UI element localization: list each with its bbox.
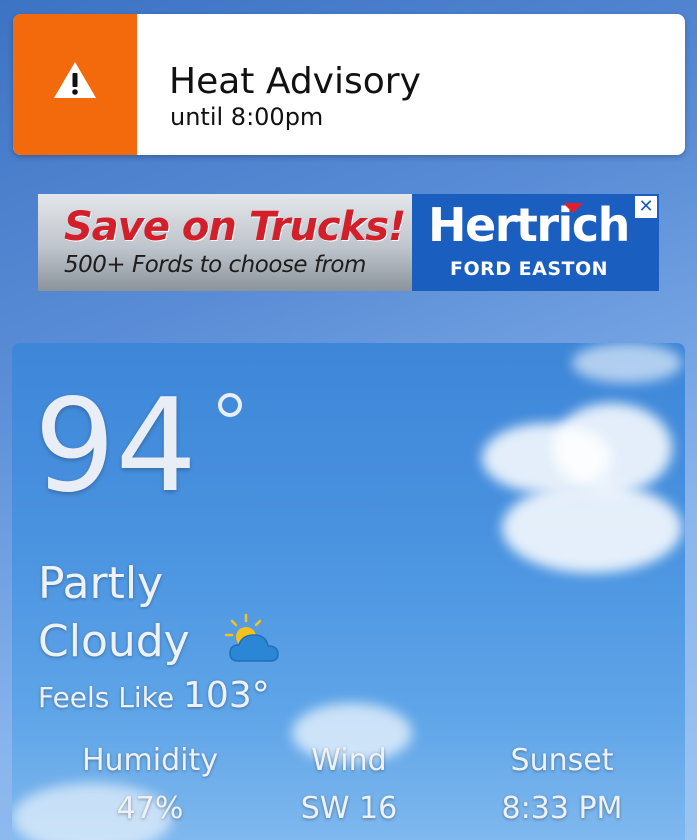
ad-headline: Save on Trucks! bbox=[64, 204, 406, 250]
current-temperature: 94 bbox=[34, 372, 197, 521]
sky-cloud bbox=[502, 483, 682, 573]
ad-close-button[interactable]: ✕ bbox=[635, 196, 657, 218]
sunset-value: 8:33 PM bbox=[501, 791, 623, 826]
heat-advisory-alert[interactable]: Heat Advisory until 8:00pm bbox=[13, 14, 685, 155]
ad-image: Save on Trucks! 500+ Fords to choose fro… bbox=[38, 194, 412, 291]
humidity-value: 47% bbox=[116, 791, 184, 826]
condition-line-2: Cloudy bbox=[38, 616, 190, 667]
alert-icon-box bbox=[13, 14, 137, 155]
ad-location: FORD EASTON bbox=[450, 258, 609, 280]
wind-value: SW 16 bbox=[300, 791, 398, 826]
ad-banner[interactable]: Save on Trucks! 500+ Fords to choose fro… bbox=[38, 194, 659, 291]
warning-icon bbox=[54, 62, 96, 98]
alert-subtitle: until 8:00pm bbox=[170, 103, 324, 131]
degree-symbol bbox=[218, 393, 242, 417]
feels-like: Feels Like 103° bbox=[38, 678, 270, 714]
current-weather-card[interactable]: 94 Partly Cloudy Feels Like 103° Humidit… bbox=[12, 343, 685, 840]
feels-like-label: Feels Like bbox=[38, 681, 175, 714]
ad-subline: 500+ Fords to choose from bbox=[64, 252, 366, 278]
alert-title: Heat Advisory bbox=[169, 61, 421, 102]
sunset-label: Sunset bbox=[510, 743, 614, 778]
ad-brand-panel: Hertrich FORD EASTON bbox=[412, 194, 659, 291]
ad-brand-logo: Hertrich bbox=[428, 198, 630, 252]
feels-like-value: 103° bbox=[183, 675, 270, 716]
partly-cloudy-icon bbox=[224, 613, 279, 662]
sky-cloud bbox=[552, 403, 672, 493]
sky-cloud bbox=[572, 343, 682, 383]
ad-brand-accent bbox=[563, 203, 583, 213]
condition-text: Partly Cloudy bbox=[38, 555, 190, 671]
humidity-label: Humidity bbox=[81, 743, 219, 778]
condition-line-1: Partly bbox=[38, 558, 164, 609]
wind-label: Wind bbox=[311, 743, 387, 778]
